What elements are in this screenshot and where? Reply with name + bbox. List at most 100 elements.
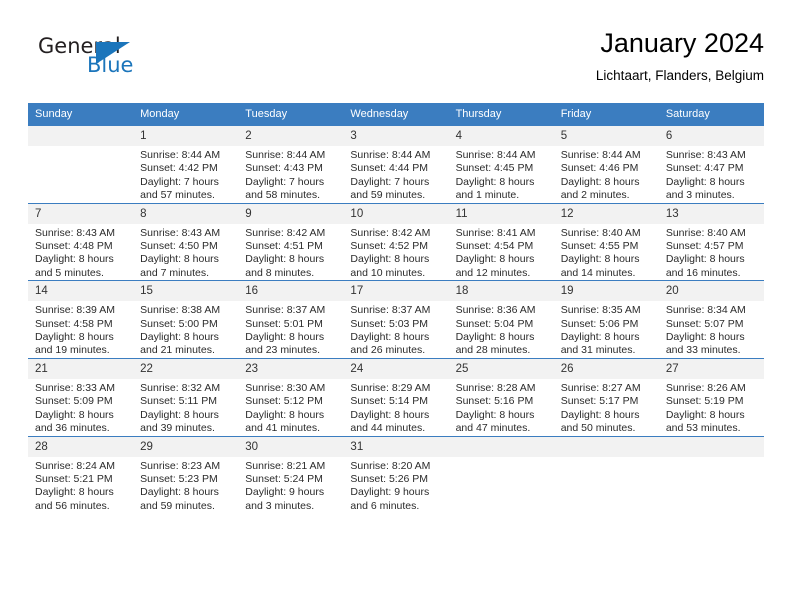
sunrise-text: Sunrise: 8:29 AM — [350, 381, 431, 394]
calendar-day-cell[interactable]: 9 Sunrise: 8:42 AM Sunset: 4:51 PM Daylight… — [238, 202, 344, 281]
day-cell-inner: 23 Sunrise: 8:30 AM Sunset: 5:12 PM Dayligh… — [238, 357, 344, 436]
sunset-text: Sunset: 4:55 PM — [560, 240, 639, 253]
day-sun-info: Sunrise: 8:44 AM Sunset: 4:46 PM Daylight:… — [554, 146, 659, 203]
calendar-day-cell[interactable]: 30 Sunrise: 8:21 AM Sunset: 5:24 PM Dayligh… — [238, 435, 344, 514]
calendar-day-cell[interactable]: 17 Sunrise: 8:37 AM Sunset: 5:03 PM Dayligh… — [343, 280, 449, 358]
day-number: 29 — [133, 436, 239, 457]
day-number: 13 — [658, 203, 764, 224]
calendar-day-cell[interactable]: 26 Sunrise: 8:27 AM Sunset: 5:17 PM Dayligh… — [553, 357, 659, 436]
day-sun-info: Sunrise: 8:20 AM Sunset: 5:26 PM Daylight:… — [343, 457, 448, 514]
sunrise-text: Sunrise: 8:44 AM — [140, 149, 221, 161]
calendar-day-cell[interactable]: 1 Sunrise: 8:44 AM Sunset: 4:42 PM Daylight… — [133, 125, 239, 203]
daylight-text-line2: and 7 minutes. — [140, 266, 210, 279]
calendar-day-cell[interactable]: 7 Sunrise: 8:43 AM Sunset: 4:48 PM Daylight… — [28, 202, 134, 281]
calendar-day-cell[interactable]: 3 Sunrise: 8:44 AM Sunset: 4:44 PM Daylight… — [343, 125, 449, 203]
calendar-day-cell[interactable]: 4 Sunrise: 8:44 AM Sunset: 4:45 PM Daylight… — [448, 125, 554, 203]
sunrise-text: Sunrise: 8:42 AM — [350, 226, 431, 239]
sunrise-text: Sunrise: 8:21 AM — [245, 459, 326, 472]
calendar-day-cell[interactable]: 23 Sunrise: 8:30 AM Sunset: 5:12 PM Dayligh… — [238, 357, 344, 436]
location-subtitle: Lichtaart, Flanders, Belgium — [595, 68, 764, 83]
day-number: 12 — [553, 203, 659, 224]
day-sun-info: Sunrise: 8:44 AM Sunset: 4:43 PM Daylight:… — [238, 146, 343, 203]
calendar-day-cell[interactable]: 12 Sunrise: 8:40 AM Sunset: 4:55 PM Dayligh… — [553, 202, 659, 281]
sunset-text: Sunset: 5:21 PM — [35, 472, 113, 485]
calendar-day-cell[interactable]: 11 Sunrise: 8:41 AM Sunset: 4:54 PM Dayligh… — [448, 202, 554, 281]
calendar-day-cell[interactable]: 8 Sunrise: 8:43 AM Sunset: 4:50 PM Daylight… — [133, 202, 239, 281]
sunrise-text: Sunrise: 8:44 AM — [455, 149, 536, 161]
day-cell-inner: 17 Sunrise: 8:37 AM Sunset: 5:03 PM Dayligh… — [343, 280, 449, 358]
day-sun-info: Sunrise: 8:41 AM Sunset: 4:54 PM Daylight:… — [449, 224, 554, 281]
daylight-text-line2: and 6 minutes. — [350, 499, 420, 512]
daylight-text-line2: and 33 minutes. — [665, 344, 741, 357]
daylight-text-line1: Daylight: 8 hours — [455, 253, 535, 266]
sunrise-text: Sunrise: 8:44 AM — [350, 149, 431, 161]
day-number: 11 — [448, 203, 554, 224]
calendar-day-cell[interactable]: 2 Sunrise: 8:44 AM Sunset: 4:43 PM Daylight… — [238, 125, 344, 203]
day-cell-inner: 15 Sunrise: 8:38 AM Sunset: 5:00 PM Dayligh… — [133, 280, 239, 358]
calendar-day-cell[interactable]: 13 Sunrise: 8:40 AM Sunset: 4:57 PM Dayligh… — [658, 202, 764, 281]
sunrise-text: Sunrise: 8:40 AM — [665, 226, 746, 239]
calendar-day-cell[interactable]: 27 Sunrise: 8:26 AM Sunset: 5:19 PM Dayligh… — [658, 357, 764, 436]
sunset-text: Sunset: 4:58 PM — [35, 317, 113, 330]
day-number: 8 — [133, 203, 239, 224]
sunrise-text: Sunrise: 8:23 AM — [140, 459, 221, 472]
calendar-day-cell[interactable]: 29 Sunrise: 8:23 AM Sunset: 5:23 PM Dayligh… — [133, 435, 239, 514]
sunrise-text: Sunrise: 8:37 AM — [245, 304, 326, 317]
sunrise-text: Sunrise: 8:42 AM — [245, 226, 326, 239]
daylight-text-line1: Daylight: 8 hours — [35, 408, 114, 421]
daylight-text-line2: and 5 minutes. — [35, 266, 104, 279]
day-cell-inner: 13 Sunrise: 8:40 AM Sunset: 4:57 PM Dayligh… — [658, 202, 764, 281]
daylight-text-line1: Daylight: 8 hours — [455, 175, 535, 188]
daylight-text-line1: Daylight: 8 hours — [560, 253, 640, 266]
day-cell-inner: 21 Sunrise: 8:33 AM Sunset: 5:09 PM Dayligh… — [28, 357, 134, 436]
sunrise-text: Sunrise: 8:41 AM — [455, 226, 536, 239]
calendar-day-cell[interactable]: 18 Sunrise: 8:36 AM Sunset: 5:04 PM Dayligh… — [448, 280, 554, 358]
calendar-day-cell[interactable]: 15 Sunrise: 8:38 AM Sunset: 5:00 PM Dayligh… — [133, 280, 239, 358]
day-sun-info: Sunrise: 8:38 AM Sunset: 5:00 PM Daylight:… — [133, 301, 238, 358]
calendar-day-cell[interactable]: 16 Sunrise: 8:37 AM Sunset: 5:01 PM Dayligh… — [238, 280, 344, 358]
daylight-text-line1: Daylight: 8 hours — [350, 408, 430, 421]
calendar-day-cell[interactable]: 28 Sunrise: 8:24 AM Sunset: 5:21 PM Dayligh… — [28, 435, 134, 514]
calendar-day-cell[interactable]: 22 Sunrise: 8:32 AM Sunset: 5:11 PM Dayligh… — [133, 357, 239, 436]
day-cell-inner: 5 Sunrise: 8:44 AM Sunset: 4:46 PM Daylight… — [553, 125, 659, 203]
calendar-day-cell[interactable]: 10 Sunrise: 8:42 AM Sunset: 4:52 PM Dayligh… — [343, 202, 449, 281]
calendar-day-cell[interactable]: 24 Sunrise: 8:29 AM Sunset: 5:14 PM Dayligh… — [343, 357, 449, 436]
daylight-text-line1: Daylight: 8 hours — [35, 486, 114, 499]
day-cell-inner: 8 Sunrise: 8:43 AM Sunset: 4:50 PM Daylight… — [133, 202, 239, 281]
calendar-day-cell[interactable]: 25 Sunrise: 8:28 AM Sunset: 5:16 PM Dayligh… — [448, 357, 554, 436]
day-sun-info: Sunrise: 8:43 AM Sunset: 4:48 PM Daylight:… — [28, 224, 133, 281]
daylight-text-line2: and 21 minutes. — [140, 344, 215, 357]
day-cell-inner: 1 Sunrise: 8:44 AM Sunset: 4:42 PM Daylight… — [133, 125, 239, 203]
daylight-text-line2: and 53 minutes. — [665, 422, 741, 435]
sunset-text: Sunset: 5:12 PM — [245, 395, 323, 408]
day-cell-inner — [553, 435, 659, 514]
day-cell-inner: 30 Sunrise: 8:21 AM Sunset: 5:24 PM Dayligh… — [238, 435, 344, 514]
calendar-day-cell[interactable]: 19 Sunrise: 8:35 AM Sunset: 5:06 PM Dayligh… — [553, 280, 659, 358]
calendar-day-cell[interactable]: 20 Sunrise: 8:34 AM Sunset: 5:07 PM Dayligh… — [658, 280, 764, 358]
day-sun-info: Sunrise: 8:40 AM Sunset: 4:55 PM Daylight:… — [554, 224, 659, 281]
sunset-text: Sunset: 5:23 PM — [140, 472, 218, 485]
day-number: 18 — [448, 281, 554, 302]
day-cell-inner: 14 Sunrise: 8:39 AM Sunset: 4:58 PM Dayligh… — [28, 280, 134, 358]
calendar-day-cell — [553, 435, 659, 514]
calendar-week-row: 21 Sunrise: 8:33 AM Sunset: 5:09 PM Dayligh… — [28, 357, 764, 436]
calendar-day-cell[interactable]: 31 Sunrise: 8:20 AM Sunset: 5:26 PM Dayligh… — [343, 435, 449, 514]
sunset-text: Sunset: 5:26 PM — [350, 472, 429, 485]
calendar-day-cell[interactable]: 14 Sunrise: 8:39 AM Sunset: 4:58 PM Dayligh… — [28, 280, 134, 358]
weekday-header-wednesday: Wednesday — [343, 103, 449, 125]
weekday-header-saturday: Saturday — [658, 103, 764, 125]
weekday-header-monday: Monday — [133, 103, 239, 125]
calendar-day-cell[interactable]: 21 Sunrise: 8:33 AM Sunset: 5:09 PM Dayligh… — [28, 357, 134, 436]
calendar-day-cell[interactable]: 5 Sunrise: 8:44 AM Sunset: 4:46 PM Daylight… — [553, 125, 659, 203]
sunrise-text: Sunrise: 8:40 AM — [560, 226, 641, 239]
sunset-text: Sunset: 4:57 PM — [665, 240, 744, 253]
day-sun-info: Sunrise: 8:34 AM Sunset: 5:07 PM Daylight:… — [659, 301, 764, 358]
sunrise-text: Sunrise: 8:35 AM — [560, 304, 641, 317]
day-cell-inner: 7 Sunrise: 8:43 AM Sunset: 4:48 PM Daylight… — [28, 202, 134, 281]
day-number: 20 — [658, 281, 764, 302]
daylight-text-line1: Daylight: 7 hours — [350, 175, 430, 188]
calendar-day-cell[interactable]: 6 Sunrise: 8:43 AM Sunset: 4:47 PM Daylight… — [658, 125, 764, 203]
sunrise-text: Sunrise: 8:37 AM — [350, 304, 431, 317]
weekday-header-tuesday: Tuesday — [238, 103, 344, 125]
general-blue-logo[interactable]: General Blue — [28, 34, 228, 90]
